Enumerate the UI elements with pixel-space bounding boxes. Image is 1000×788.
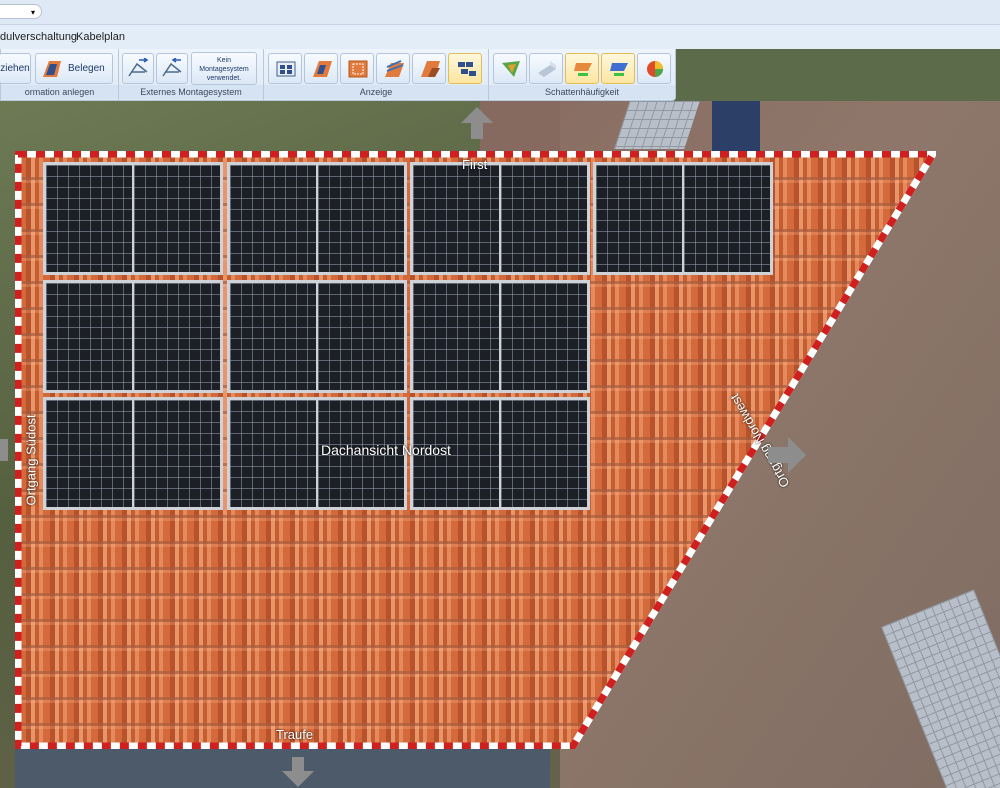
shade-object-icon <box>538 61 556 77</box>
quick-access-bar: ▾ <box>0 0 1000 25</box>
shade-roof-button[interactable] <box>493 53 527 84</box>
view-layout-button[interactable] <box>448 53 482 84</box>
panel-layout-icon <box>458 62 476 76</box>
solar-module[interactable] <box>43 397 223 510</box>
neighbor-chimney <box>712 101 760 153</box>
belegen-label: Belegen <box>68 63 105 74</box>
solar-module[interactable] <box>43 162 223 275</box>
quick-access-dropdown[interactable]: ▾ <box>0 4 42 19</box>
ziehen-button[interactable]: ziehen <box>0 53 31 84</box>
ribbon-tabs: dulverschaltung Kabelplan <box>0 25 1000 49</box>
group-label: ormation anlegen <box>1 85 118 99</box>
group-label: Externes Montagesystem <box>119 85 263 99</box>
view-roof-button[interactable] <box>304 53 338 84</box>
view-modules-button[interactable] <box>268 53 302 84</box>
solar-module[interactable] <box>410 280 590 393</box>
shade-module-icon <box>610 63 628 76</box>
shade-pie-button[interactable] <box>637 53 671 84</box>
frame-icon <box>348 60 368 78</box>
group-label: Schattenhäufigkeit <box>489 85 675 99</box>
ribbon-toolbar: ziehen Belegen ormation anlegen Kein Mon… <box>0 49 676 101</box>
roof-3d-view[interactable]: First Traufe Dachansicht Nordost Ortgang… <box>0 101 1000 788</box>
shade-module-button[interactable] <box>601 53 635 84</box>
arrow-right-icon[interactable] <box>766 435 808 475</box>
first-label: First <box>462 157 488 172</box>
solar-module[interactable] <box>227 162 407 275</box>
group-schattenhaeufigkeit: Schattenhäufigkeit <box>489 49 675 100</box>
traufe-label: Traufe <box>276 727 314 742</box>
arrow-down-icon[interactable] <box>280 757 316 788</box>
mounting-import-icon <box>128 58 149 77</box>
group-externes-montagesystem: Kein Montagesystem verwendet. Externes M… <box>119 49 264 100</box>
solar-module[interactable] <box>227 280 407 393</box>
view-frame-button[interactable] <box>340 53 374 84</box>
arrow-left-icon[interactable] <box>0 439 8 461</box>
ortgang-left-label: Ortgang Südost <box>23 414 39 506</box>
arrow-up-icon[interactable] <box>459 105 495 141</box>
module-grid-icon <box>276 61 296 77</box>
belegen-button[interactable]: Belegen <box>35 53 113 84</box>
roof-tiles-icon <box>313 61 332 77</box>
view-shadow-roof-button[interactable] <box>412 53 446 84</box>
tab-modulverschaltung[interactable]: dulverschaltung <box>0 31 77 43</box>
import-mounting-button[interactable] <box>122 53 154 84</box>
view-rails-button[interactable] <box>376 53 410 84</box>
roof-modules-icon <box>43 61 61 77</box>
export-mounting-button[interactable] <box>156 53 188 84</box>
roof-view-label: Dachansicht Nordost <box>321 442 451 458</box>
group-information-anlegen: ziehen Belegen ormation anlegen <box>0 49 119 100</box>
solar-module[interactable] <box>43 280 223 393</box>
solar-module[interactable] <box>593 162 773 275</box>
mounting-export-icon <box>162 58 182 77</box>
rails-icon <box>385 60 404 77</box>
pie-chart-icon <box>647 61 663 77</box>
mounting-system-status: Kein Montagesystem verwendet. <box>191 52 257 85</box>
group-label: Anzeige <box>264 85 488 99</box>
shade-panel-icon <box>574 63 592 76</box>
shade-3d-button[interactable] <box>529 53 563 84</box>
group-anzeige: Anzeige <box>264 49 489 100</box>
tab-kabelplan[interactable]: Kabelplan <box>76 31 125 43</box>
solar-module[interactable] <box>410 162 590 275</box>
shade-panel-button[interactable] <box>565 53 599 84</box>
roof-shade-icon <box>421 61 440 77</box>
shade-map-icon <box>502 61 520 77</box>
